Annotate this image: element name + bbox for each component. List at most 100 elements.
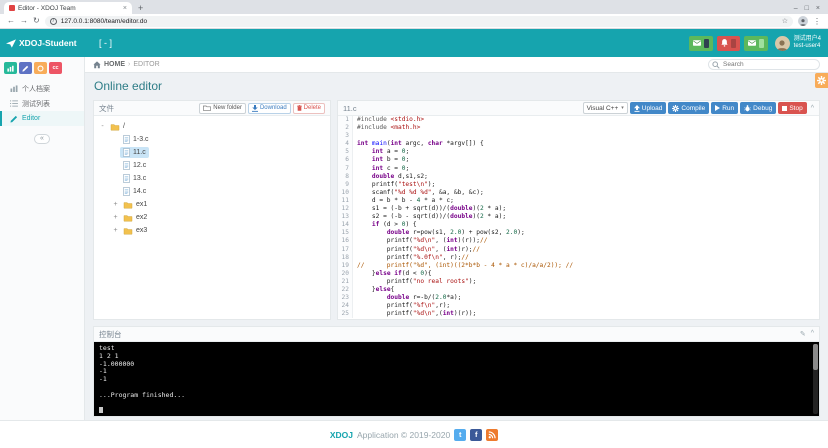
tree-row[interactable]: +ex3: [96, 224, 328, 237]
tree-node-name: 14.c: [133, 188, 146, 195]
tree-row[interactable]: +ex2: [96, 211, 328, 224]
url-bar[interactable]: i 127.0.0.1:8080/team/editor.do ☆: [45, 16, 793, 27]
facebook-icon[interactable]: f: [470, 429, 482, 441]
settings-button[interactable]: [815, 73, 828, 88]
new-tab-button[interactable]: +: [138, 2, 143, 14]
tree-node-label[interactable]: 1-3.c: [120, 134, 152, 145]
folder-icon: [123, 214, 133, 222]
notifications-button[interactable]: [717, 36, 740, 51]
tree-node-label[interactable]: /: [107, 122, 128, 132]
breadcrumb-home[interactable]: HOME: [104, 61, 125, 68]
back-button[interactable]: ←: [7, 17, 15, 25]
code-line[interactable]: 9 printf("test\n");: [338, 181, 819, 189]
tree-toggle[interactable]: +: [111, 201, 120, 208]
sidebar-item-profile[interactable]: 个人档案: [0, 81, 84, 96]
quick-button-edit[interactable]: [19, 62, 32, 74]
search-input[interactable]: [708, 59, 820, 70]
code-line[interactable]: 10 scanf("%d %d %d", &a, &b, &c);: [338, 189, 819, 197]
tree-row[interactable]: 1-3.c: [96, 133, 328, 146]
stop-button[interactable]: Stop: [778, 102, 806, 114]
tree-node-label[interactable]: 14.c: [120, 186, 149, 197]
browser-tab[interactable]: Editor - XDOJ Team ×: [4, 2, 132, 14]
new-folder-button[interactable]: New folder: [199, 103, 246, 114]
code-line[interactable]: 5 int a = 0;: [338, 148, 819, 156]
code-line[interactable]: 20 }else if(d < 0){: [338, 270, 819, 278]
delete-button[interactable]: Delete: [293, 103, 325, 114]
tree-toggle[interactable]: -: [98, 123, 107, 130]
code-line[interactable]: 13 s2 = (-b - sqrt(d))/(double)(2 * a);: [338, 213, 819, 221]
profile-icon[interactable]: [798, 16, 808, 26]
maximize-icon[interactable]: □: [805, 5, 809, 12]
code-line[interactable]: 6 int b = 0;: [338, 156, 819, 164]
code-line[interactable]: 23 double r=-b/(2.0*a);: [338, 294, 819, 302]
brand[interactable]: XDOJ-Student: [0, 38, 85, 48]
upload-button[interactable]: Upload: [630, 102, 667, 114]
rss-icon[interactable]: [486, 429, 498, 441]
tree-node-label[interactable]: ex1: [120, 200, 150, 210]
info-icon[interactable]: i: [50, 18, 57, 25]
code-line[interactable]: 8 double d,s1,s2;: [338, 173, 819, 181]
forward-button[interactable]: →: [20, 17, 28, 25]
tree-row[interactable]: -/: [96, 120, 328, 133]
code-text: printf("%d\n",(int)(r));: [353, 310, 476, 318]
code-line[interactable]: 7 int c = 0;: [338, 165, 819, 173]
tree-row[interactable]: 12.c: [96, 159, 328, 172]
code-line[interactable]: 4int main(int argc, char *argv[]) {: [338, 140, 819, 148]
quick-button-cc[interactable]: cc: [49, 62, 62, 74]
messages-button[interactable]: [689, 36, 713, 51]
tree-node-label[interactable]: 12.c: [120, 160, 149, 171]
code-line[interactable]: 14 if (d > 0) {: [338, 221, 819, 229]
window-close-icon[interactable]: ×: [816, 5, 820, 12]
mail-button[interactable]: [744, 36, 768, 51]
tree-row[interactable]: +ex1: [96, 198, 328, 211]
tree-row[interactable]: 14.c: [96, 185, 328, 198]
download-button[interactable]: Download: [248, 103, 291, 114]
bookmark-star-icon[interactable]: ☆: [782, 17, 788, 25]
code-line[interactable]: 25 printf("%d\n",(int)(r));: [338, 310, 819, 318]
tree-node-label[interactable]: 11.c: [120, 147, 149, 158]
user-menu[interactable]: 测试用户4 test-user4: [794, 36, 821, 50]
console-lines: test1 2 1-1.000000-1-1...Program finishe…: [99, 345, 809, 416]
code-line[interactable]: 17 printf("%d\n", (int)r);//: [338, 246, 819, 254]
code-editor[interactable]: 1#include <stdio.h>2#include <math.h>34i…: [338, 116, 819, 319]
sidebar-item-tests[interactable]: 测试列表: [0, 96, 84, 111]
minimize-icon[interactable]: –: [794, 5, 798, 12]
editor-collapse-icon[interactable]: ^: [811, 105, 814, 112]
tree-node-label[interactable]: ex3: [120, 226, 150, 236]
code-line[interactable]: 12 s1 = (-b + sqrt(d))/(double)(2 * a);: [338, 205, 819, 213]
code-line[interactable]: 11 d = b * b - 4 * a * c;: [338, 197, 819, 205]
code-line[interactable]: 22 }else{: [338, 286, 819, 294]
reload-button[interactable]: ↻: [33, 17, 40, 25]
content-inner: Online editor 文件 New folder: [85, 73, 828, 420]
code-line[interactable]: 1#include <stdio.h>: [338, 116, 819, 124]
console-scrollbar[interactable]: [813, 344, 818, 414]
sidebar-collapse-button[interactable]: «: [34, 134, 50, 144]
edit-icon[interactable]: ✎: [800, 330, 806, 338]
scrollbar-thumb[interactable]: [813, 344, 818, 370]
tree-row[interactable]: 11.c: [96, 146, 328, 159]
tree-node-label[interactable]: 13.c: [120, 173, 149, 184]
code-line[interactable]: 19// printf("%d", (int)((2*b*b - 4 * a *…: [338, 262, 819, 270]
browser-menu-icon[interactable]: ⋮: [813, 17, 821, 26]
sidebar-item-editor[interactable]: Editor: [0, 111, 84, 126]
quick-button-chart[interactable]: [4, 62, 17, 74]
tree-toggle[interactable]: +: [111, 214, 120, 221]
code-line[interactable]: 18 printf("%.0f\n", r);//: [338, 254, 819, 262]
language-select[interactable]: Visual C++ ▾: [583, 102, 628, 114]
debug-button[interactable]: Debug: [740, 102, 776, 114]
user-avatar[interactable]: [775, 36, 790, 51]
run-button[interactable]: Run: [711, 102, 738, 114]
code-line[interactable]: 21 printf("no real roots");: [338, 278, 819, 286]
tree-row[interactable]: 13.c: [96, 172, 328, 185]
tab-close-icon[interactable]: ×: [123, 5, 127, 12]
pencil-icon: [9, 115, 18, 123]
tree-node-label[interactable]: ex2: [120, 213, 150, 223]
code-line[interactable]: 16 printf("%d\n", (int)(r));//: [338, 237, 819, 245]
compile-button[interactable]: Compile: [668, 102, 709, 114]
twitter-icon[interactable]: t: [454, 429, 466, 441]
quick-button-target[interactable]: [34, 62, 47, 74]
console-collapse-icon[interactable]: ^: [811, 330, 814, 338]
console-output[interactable]: test1 2 1-1.000000-1-1...Program finishe…: [94, 342, 819, 416]
code-line[interactable]: 2#include <math.h>: [338, 124, 819, 132]
tree-toggle[interactable]: +: [111, 227, 120, 234]
